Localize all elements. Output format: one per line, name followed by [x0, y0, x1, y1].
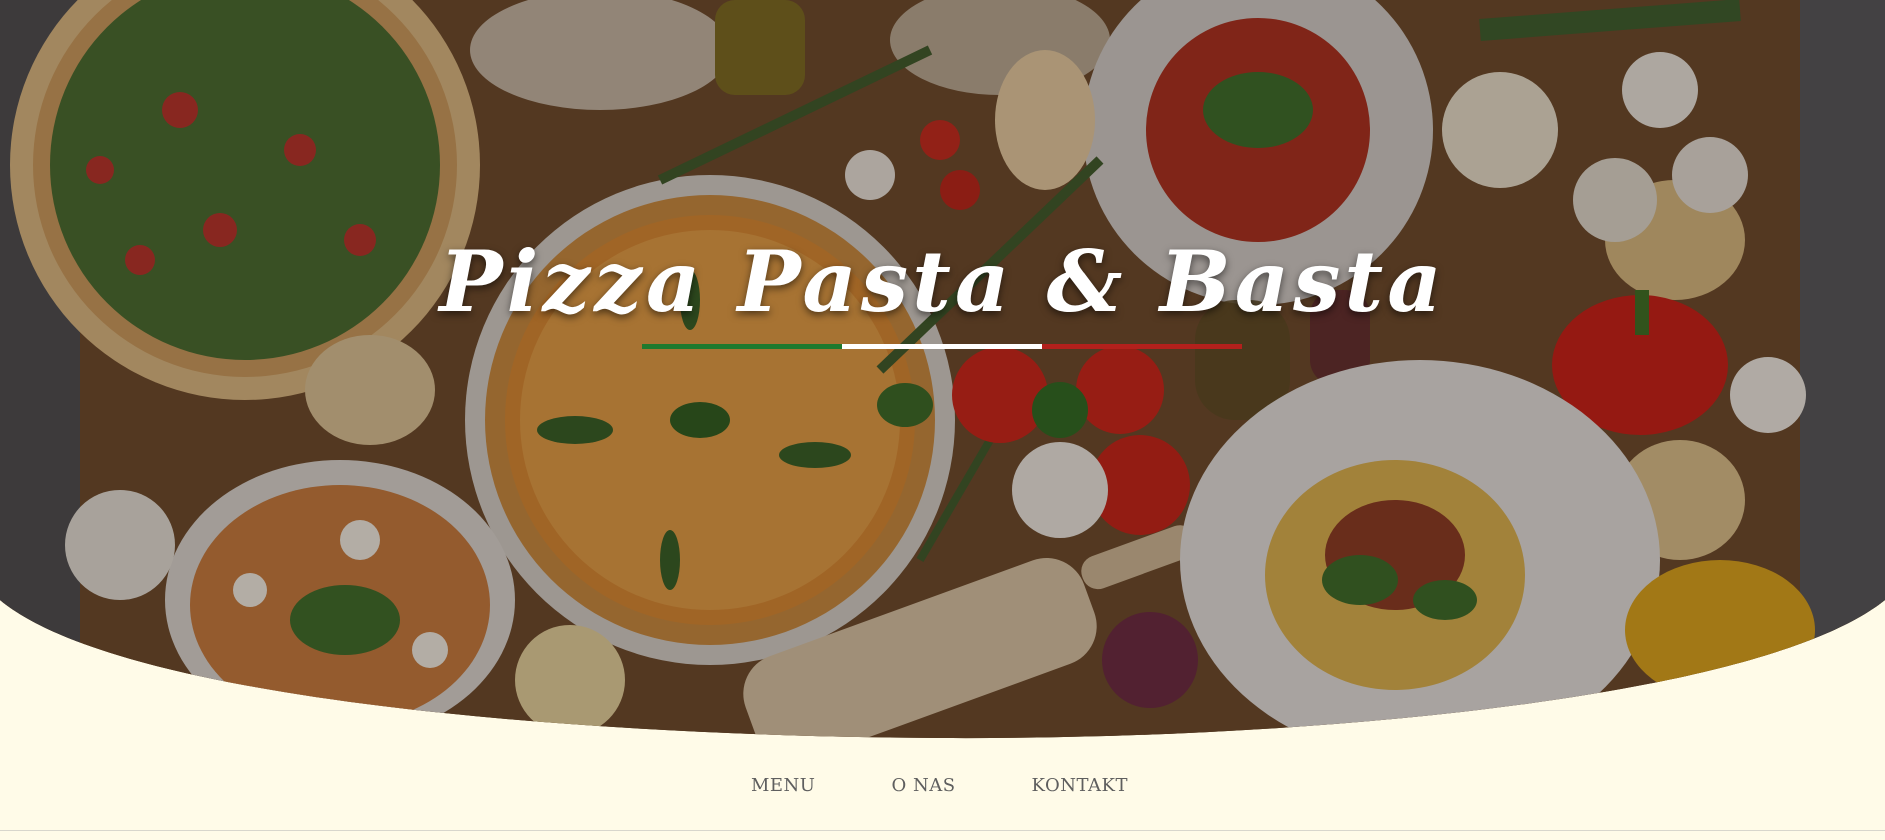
- nav-about-link[interactable]: O NAS: [891, 775, 955, 796]
- flag-white-stripe: [842, 344, 1042, 349]
- nav-menu-link[interactable]: MENU: [751, 775, 816, 796]
- site-title: Pizza Pasta & Basta: [439, 232, 1446, 331]
- flag-green-stripe: [642, 344, 842, 349]
- hero-dark-overlay: [0, 0, 1885, 740]
- page: Pizza Pasta & Basta MENU O NAS KONTAKT: [0, 0, 1885, 840]
- flag-red-stripe: [1042, 344, 1242, 349]
- nav-divider: [0, 830, 1885, 831]
- hero-banner: Pizza Pasta & Basta: [0, 0, 1885, 740]
- main-navigation: MENU O NAS KONTAKT: [0, 775, 1885, 796]
- nav-contact-link[interactable]: KONTAKT: [1032, 775, 1128, 796]
- italian-flag-underline: [642, 344, 1242, 349]
